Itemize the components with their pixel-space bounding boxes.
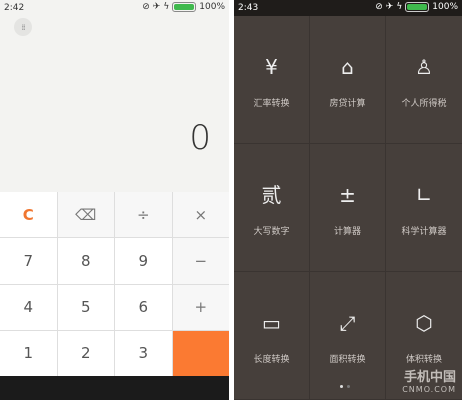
airplane-icon: ✈ [385, 2, 394, 12]
battery-icon [172, 2, 197, 12]
tool-label: 计算器 [333, 227, 361, 237]
tool-calculator[interactable]: ± 计算器 [310, 144, 386, 272]
key-13[interactable]: 2 [57, 330, 114, 376]
key-4[interactable]: 7 [0, 238, 57, 284]
tool-label: 体积转换 [405, 355, 442, 365]
page-indicator [340, 385, 350, 388]
key-label: 9 [138, 251, 149, 270]
key-10[interactable]: 6 [115, 284, 172, 330]
menu-grid-icon[interactable]: ⁞⁞ [14, 18, 32, 36]
house-icon: ⌂ [341, 55, 354, 79]
battery-percent: 100% [199, 2, 225, 12]
key-label: 1 [23, 344, 34, 363]
tool-label: 面积转换 [329, 355, 366, 365]
area-icon: ⤢ [339, 311, 356, 335]
key-7[interactable]: − [172, 238, 229, 284]
tool-yen[interactable]: ¥ 汇率转换 [234, 16, 310, 144]
key-label: − [194, 251, 208, 270]
key-label: 7 [23, 251, 34, 270]
key-label: 6 [138, 298, 149, 317]
key-equals[interactable] [172, 330, 229, 376]
page-dot-2[interactable] [347, 385, 350, 388]
navigation-bar [0, 376, 229, 400]
key-0[interactable]: C [0, 192, 57, 238]
key-label: 3 [138, 344, 149, 363]
capital-number-icon: 贰 [261, 183, 282, 207]
status-time: 2:43 [238, 3, 259, 13]
key-2[interactable]: ÷ [115, 192, 172, 238]
tool-label: 汇率转换 [253, 99, 290, 109]
tools-screen: 2:43 ⊘ ✈ ϟ 100% ¥ 汇率转换 ⌂ 房贷计算 ♙ 个人所得税贰大写数字 ± 计算… [234, 0, 462, 400]
key-11[interactable]: + [172, 284, 229, 330]
key-label: C [22, 205, 34, 224]
tool-house[interactable]: ⌂ 房贷计算 [310, 16, 386, 144]
charging-icon: ϟ [396, 2, 403, 12]
tool-function-graph[interactable]: ∟ 科学计算器 [386, 144, 462, 272]
key-label: 8 [80, 251, 91, 270]
key-14[interactable]: 3 [115, 330, 172, 376]
backspace-key[interactable]: ⌫ [57, 192, 114, 238]
page-dot-1[interactable] [340, 385, 343, 388]
status-bar: 2:42 ⊘ ✈ ϟ 100% [0, 0, 229, 16]
key-5[interactable]: 8 [57, 238, 114, 284]
tool-label: 房贷计算 [329, 99, 366, 109]
watermark: 手机中国 CNMO.COM [402, 366, 456, 394]
charging-icon: ϟ [163, 2, 170, 12]
ruler-icon: ▭ [262, 311, 281, 335]
status-bar: 2:43 ⊘ ✈ ϟ 100% [234, 0, 462, 16]
battery-percent: 100% [432, 2, 458, 12]
keypad: C ⌫ ÷ × 7 8 9 − 4 5 6 +1 2 3 [0, 192, 229, 376]
battery-icon [405, 2, 430, 12]
calculator-icon: ± [339, 183, 356, 207]
key-label: 5 [80, 298, 91, 317]
basic-calculator-screen: 2:42 ⊘ ✈ ϟ 100% ⁞⁞ 0 C ⌫ ÷ × 7 8 9 − 4 5 6 +1 2 3 [0, 0, 229, 400]
key-label: 4 [23, 298, 34, 317]
tools-grid: ¥ 汇率转换 ⌂ 房贷计算 ♙ 个人所得税贰大写数字 ± 计算器 ∟ 科学计算器 ▭ 长度转换 ⤢ 面积转… [234, 16, 462, 400]
tool-label: 长度转换 [253, 355, 290, 365]
tool-label: 个人所得税 [401, 99, 447, 109]
backspace-icon: ⌫ [75, 205, 97, 224]
key-9[interactable]: 5 [57, 284, 114, 330]
function-graph-icon: ∟ [415, 183, 433, 207]
person-icon: ♙ [415, 55, 433, 79]
watermark-url: CNMO.COM [402, 385, 456, 394]
tool-label: 科学计算器 [401, 227, 447, 237]
airplane-icon: ✈ [152, 2, 161, 12]
tool-label: 大写数字 [253, 227, 290, 237]
key-label: × [194, 205, 208, 224]
result-display: 0 [189, 118, 211, 158]
status-icons: ⊘ ✈ ϟ 100% [375, 2, 458, 12]
yen-icon: ¥ [265, 55, 278, 79]
tool-person[interactable]: ♙ 个人所得税 [386, 16, 462, 144]
cube-icon: ⬡ [415, 311, 433, 335]
tool-area[interactable]: ⤢ 面积转换 [310, 272, 386, 400]
key-12[interactable]: 1 [0, 330, 57, 376]
key-3[interactable]: × [172, 192, 229, 238]
status-icons: ⊘ ✈ ϟ 100% [142, 2, 225, 12]
watermark-title: 手机中国 [403, 370, 456, 385]
key-6[interactable]: 9 [115, 238, 172, 284]
tool-capital-number[interactable]: 贰大写数字 [234, 144, 310, 272]
key-8[interactable]: 4 [0, 284, 57, 330]
dnd-icon: ⊘ [142, 2, 150, 12]
dnd-icon: ⊘ [375, 2, 383, 12]
key-label: ÷ [136, 205, 150, 224]
tool-ruler[interactable]: ▭ 长度转换 [234, 272, 310, 400]
key-label: 2 [80, 344, 91, 363]
key-label: + [194, 298, 208, 317]
status-time: 2:42 [4, 3, 25, 13]
